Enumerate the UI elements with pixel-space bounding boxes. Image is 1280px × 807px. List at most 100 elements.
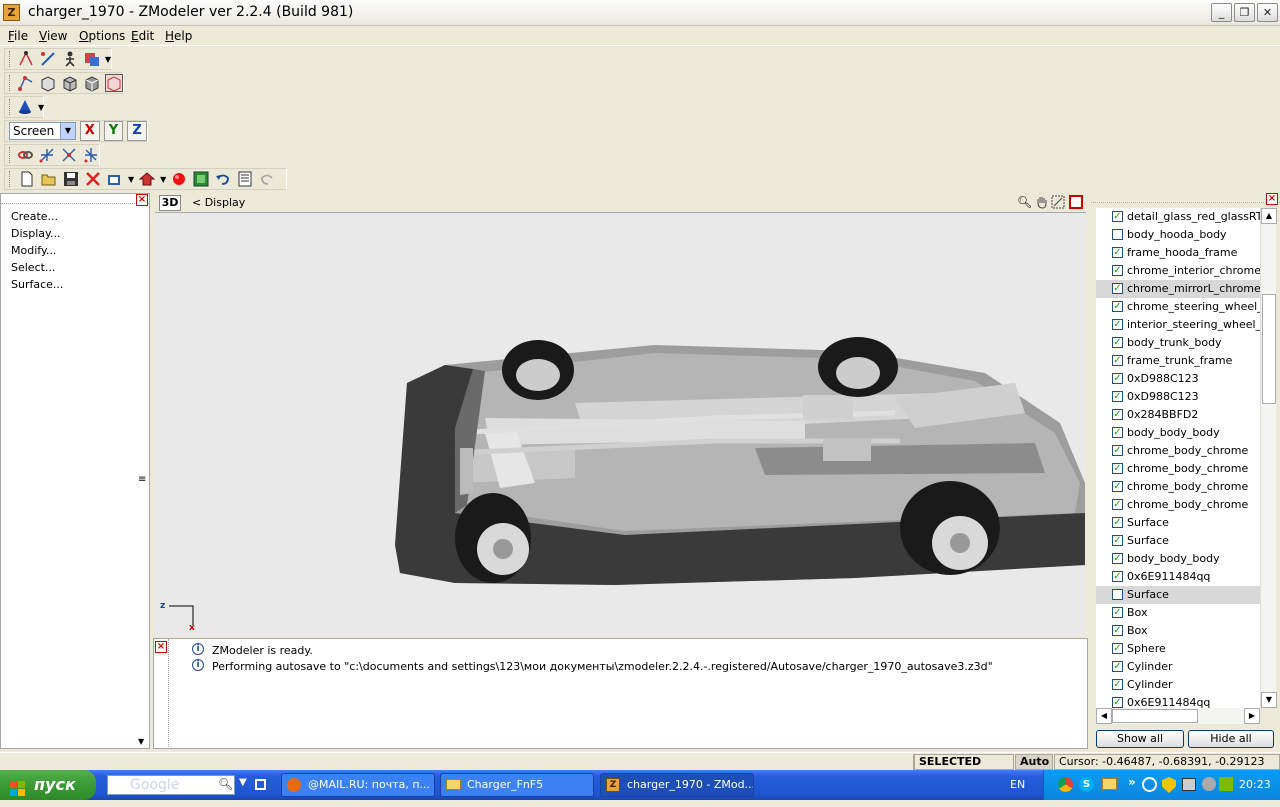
object-list-item[interactable]: ✓ 0x6E911484qq [1096, 568, 1260, 586]
object-list-item[interactable]: ✓ chrome_steering_wheel_ch [1096, 298, 1260, 316]
open-folder-icon[interactable] [40, 170, 58, 188]
panel-grip[interactable] [1091, 193, 1280, 203]
selected-mode-icon[interactable] [105, 74, 123, 92]
properties-icon[interactable] [236, 170, 254, 188]
object-list-item[interactable]: ✓ body_body_body [1096, 424, 1260, 442]
object-list-hscrollbar[interactable]: ◀ ▶ [1096, 708, 1260, 724]
edge-mode-icon[interactable] [39, 74, 57, 92]
object-list-item[interactable]: ✓ body_body_body [1096, 550, 1260, 568]
visibility-checkbox[interactable]: ✓ [1112, 355, 1123, 366]
visibility-checkbox[interactable]: ✓ [1112, 427, 1123, 438]
visibility-checkbox[interactable]: ✓ [1112, 571, 1123, 582]
scroll-left-icon[interactable]: ◀ [1096, 708, 1112, 724]
visibility-checkbox[interactable]: ✓ [1112, 319, 1123, 330]
object-list-item[interactable]: ✓ Cylinder [1096, 658, 1260, 676]
visibility-checkbox[interactable]: ✓ [1112, 661, 1123, 672]
export-icon[interactable] [138, 170, 156, 188]
visibility-checkbox[interactable]: ✓ [1112, 445, 1123, 456]
visibility-checkbox[interactable]: ✓ [1112, 553, 1123, 564]
speaker-icon[interactable] [1202, 777, 1216, 791]
cone-icon[interactable] [16, 98, 34, 116]
menu-view[interactable]: View [39, 29, 67, 43]
task-folder[interactable]: Charger_FnF5 [440, 773, 594, 797]
object-list-item[interactable]: ✓ chrome_mirrorL_chrome [1096, 280, 1260, 298]
object-list-item[interactable]: ✓ chrome_body_chrome [1096, 496, 1260, 514]
cmd-modify[interactable]: Modify... [11, 244, 56, 257]
visibility-checkbox[interactable]: ✓ [1112, 643, 1123, 654]
visibility-checkbox[interactable]: ✓ [1112, 463, 1123, 474]
object-list-item[interactable]: ✓ 0x284BBFD2 [1096, 406, 1260, 424]
close-icon[interactable]: × [1266, 193, 1278, 205]
visibility-checkbox[interactable]: ✓ [1112, 247, 1123, 258]
object-list-item[interactable]: ✓ Surface [1096, 532, 1260, 550]
hide-all-button[interactable]: Hide all [1188, 730, 1274, 748]
object-list-item[interactable]: ✓ interior_steering_wheel_int [1096, 316, 1260, 334]
visibility-checkbox[interactable] [1112, 229, 1123, 240]
visibility-checkbox[interactable]: ✓ [1112, 625, 1123, 636]
toolbar-grip[interactable] [9, 171, 12, 187]
folder-tray-icon[interactable] [1102, 778, 1117, 790]
toolbar-grip[interactable] [9, 147, 10, 163]
axis-x-button[interactable]: X [79, 121, 100, 141]
select-edge-icon[interactable] [39, 50, 57, 68]
import-icon[interactable] [106, 170, 124, 188]
rotate-axis-icon[interactable] [60, 146, 78, 164]
visibility-checkbox[interactable]: ✓ [1112, 265, 1123, 276]
google-search-input[interactable]: Google [107, 775, 235, 795]
viewport-mode-button[interactable]: 3D [159, 195, 181, 211]
face-mode-icon[interactable] [61, 74, 79, 92]
object-list-item[interactable]: ✓ 0x6E911484qq [1096, 694, 1260, 708]
cmd-display[interactable]: Display... [11, 227, 60, 240]
delete-icon[interactable] [84, 170, 102, 188]
cmd-surface[interactable]: Surface... [11, 278, 63, 291]
cmd-create[interactable]: Create... [11, 210, 58, 223]
menu-help[interactable]: Help [165, 29, 192, 43]
object-list-item[interactable]: body_hooda_body [1096, 226, 1260, 244]
object-list-scrollbar[interactable]: ▲ ▼ [1260, 208, 1277, 708]
select-group-icon[interactable] [83, 50, 101, 68]
axis-z-button[interactable]: Z [127, 121, 147, 141]
coord-system-select[interactable]: Screen ▼ [9, 122, 76, 140]
show-desktop-icon[interactable] [255, 779, 266, 790]
object-list-item[interactable]: ✓ 0xD988C123 [1096, 370, 1260, 388]
record-icon[interactable] [170, 170, 188, 188]
visibility-checkbox[interactable]: ✓ [1112, 535, 1123, 546]
visibility-checkbox[interactable]: ✓ [1112, 679, 1123, 690]
move-axis-icon[interactable] [38, 146, 56, 164]
show-all-button[interactable]: Show all [1096, 730, 1184, 748]
chevron-down-icon[interactable]: ▼ [105, 55, 111, 64]
panel-grip[interactable] [1, 194, 149, 204]
chevron-down-icon[interactable]: ▼ [239, 777, 247, 788]
updates-icon[interactable] [1219, 777, 1233, 791]
save-icon[interactable] [62, 170, 80, 188]
new-file-icon[interactable] [18, 170, 36, 188]
visibility-checkbox[interactable]: ✓ [1112, 373, 1123, 384]
visibility-checkbox[interactable]: ✓ [1112, 283, 1123, 294]
object-list-item[interactable]: ✓ frame_trunk_frame [1096, 352, 1260, 370]
close-button[interactable]: ✕ [1257, 3, 1278, 22]
network-icon[interactable] [1182, 778, 1196, 791]
object-list-item[interactable]: ✓ frame_hooda_frame [1096, 244, 1260, 262]
select-object-icon[interactable] [61, 50, 79, 68]
chevron-down-icon[interactable]: ▼ [160, 175, 166, 184]
visibility-checkbox[interactable] [1112, 589, 1123, 600]
visibility-checkbox[interactable]: ✓ [1112, 697, 1123, 708]
toolbar-grip[interactable] [9, 75, 11, 91]
chrome-icon[interactable] [1058, 777, 1073, 792]
pan-hand-icon[interactable] [1035, 195, 1049, 209]
axis-y-button[interactable]: Y [103, 121, 124, 141]
object-list-item[interactable]: ✓ Surface [1096, 514, 1260, 532]
visibility-checkbox[interactable]: ✓ [1112, 481, 1123, 492]
menu-edit[interactable]: Edit [131, 29, 154, 43]
object-list-item[interactable]: ✓ chrome_body_chrome [1096, 478, 1260, 496]
object-list-item[interactable]: Surface [1096, 586, 1260, 604]
language-indicator[interactable]: EN [1010, 778, 1025, 791]
chevron-right-icon[interactable]: » [1128, 775, 1136, 789]
object-list-item[interactable]: ✓ Cylinder [1096, 676, 1260, 694]
maximize-viewport-icon[interactable] [1069, 195, 1083, 209]
splitter[interactable] [168, 639, 169, 747]
vertex-mode-icon[interactable] [17, 74, 35, 92]
chevron-down-icon[interactable]: ▼ [128, 175, 134, 184]
visibility-checkbox[interactable]: ✓ [1112, 499, 1123, 510]
visibility-checkbox[interactable]: ✓ [1112, 517, 1123, 528]
